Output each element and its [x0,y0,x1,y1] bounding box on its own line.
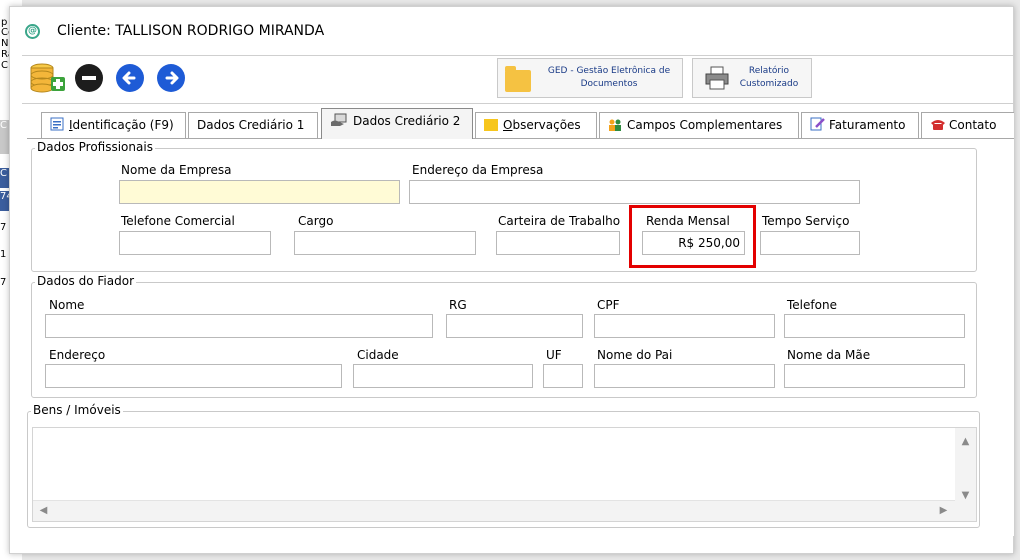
phone-icon [930,115,945,130]
hand-card-icon [330,111,348,126]
cargo-label: Cargo [298,214,334,228]
tab-label: dentificação (F9) [72,118,174,132]
telefone-comercial-field[interactable] [119,231,271,255]
fiador-cidade-label: Cidade [357,348,399,362]
tab-observacoes[interactable]: Observações [475,112,597,138]
nome-empresa-label: Nome da Empresa [121,163,232,177]
custom-report-button[interactable]: Relatório Customizado [692,58,812,98]
fiador-rg-field[interactable] [446,314,583,338]
note-icon [484,119,498,131]
previous-record-button[interactable] [116,64,144,92]
ged-button[interactable]: GED - Gestão Eletrônica de Documentos [497,58,683,98]
folder-icon [505,66,531,92]
fiador-cidade-field[interactable] [353,364,533,388]
tab-label: bservações [512,118,581,132]
tab-label: Campos Complementares [627,118,783,132]
tab-dados-crediario-1[interactable]: Dados Crediário 1 [188,112,318,138]
nome-empresa-field[interactable] [119,180,400,204]
scroll-down-icon[interactable]: ▼ [955,490,976,501]
telefone-comercial-label: Telefone Comercial [121,214,235,228]
fiador-uf-label: UF [546,348,562,362]
fiador-uf-field[interactable] [543,364,583,388]
endereco-empresa-label: Endereço da Empresa [412,163,544,177]
report-label-line1: Relatório [748,66,790,76]
next-record-button[interactable] [157,64,185,92]
renda-mensal-field[interactable]: R$ 250,00 [642,231,745,255]
window-title: Cliente: TALLISON RODRIGO MIRANDA [57,23,325,39]
bg-fragment: 7 [0,222,7,233]
tab-label: Dados Crediário 1 [197,118,305,132]
fiador-nome-label: Nome [49,298,85,312]
group-legend: Bens / Imóveis [31,403,123,417]
scroll-left-icon[interactable]: ◀ [33,505,54,516]
group-legend: Dados do Fiador [35,274,137,288]
fiador-nome-field[interactable] [45,314,433,338]
vertical-scrollbar[interactable]: ▲ ▼ [955,428,976,521]
remove-button[interactable] [75,64,103,92]
bg-fragment: 1 [0,249,7,260]
report-label-line2: Customizado [739,79,799,89]
bg-fragment: C [0,120,9,154]
add-database-icon[interactable] [29,62,67,96]
bg-fragment: 7 [0,277,7,288]
fiador-telefone-label: Telefone [787,298,837,312]
fiador-nome-mae-label: Nome da Mãe [787,348,871,362]
fiador-endereco-field[interactable] [45,364,342,388]
fiador-cpf-label: CPF [597,298,620,312]
cargo-field[interactable] [294,231,476,255]
fiador-nome-mae-field[interactable] [784,364,965,388]
tab-faturamento[interactable]: Faturamento [801,112,919,138]
form-icon [50,115,64,131]
carteira-trabalho-field[interactable] [496,231,620,255]
fiador-cpf-field[interactable] [594,314,775,338]
tab-campos-complementares[interactable]: Campos Complementares [599,112,799,138]
people-icon [608,115,622,131]
app-logo-icon: @ [25,24,40,39]
tempo-servico-field[interactable] [760,231,860,255]
horizontal-scrollbar[interactable]: ◀ ▶ [33,500,955,521]
fiador-nome-pai-field[interactable] [594,364,775,388]
ged-label-line1: GED - Gestão Eletrônica de [547,66,671,76]
renda-mensal-label: Renda Mensal [646,214,730,228]
tab-contato[interactable]: Contato [921,112,1014,138]
bg-fragment: C [0,168,9,188]
group-legend: Dados Profissionais [35,140,155,154]
ged-label-line2: Documentos [580,79,638,89]
fiador-nome-pai-label: Nome do Pai [597,348,673,362]
tab-label: Contato [949,118,997,132]
tab-identificacao[interactable]: Identificação (F9) [41,112,186,138]
tab-label: Dados Crediário 2 [353,114,461,128]
endereco-empresa-field[interactable] [409,180,860,204]
bg-fragment: 74 [0,191,13,211]
scroll-up-icon[interactable]: ▲ [955,436,976,447]
divider [22,55,1014,56]
tab-dados-crediario-2[interactable]: Dados Crediário 2 [321,108,473,139]
fiador-telefone-field[interactable] [784,314,965,338]
tab-label: Faturamento [829,118,906,132]
printer-icon [704,65,730,91]
divider [22,103,1014,104]
edit-icon [810,115,825,131]
fiador-rg-label: RG [449,298,467,312]
fiador-endereco-label: Endereço [49,348,106,362]
carteira-trabalho-label: Carteira de Trabalho [498,214,621,228]
scroll-right-icon[interactable]: ▶ [933,505,954,516]
tempo-servico-label: Tempo Serviço [762,214,850,228]
